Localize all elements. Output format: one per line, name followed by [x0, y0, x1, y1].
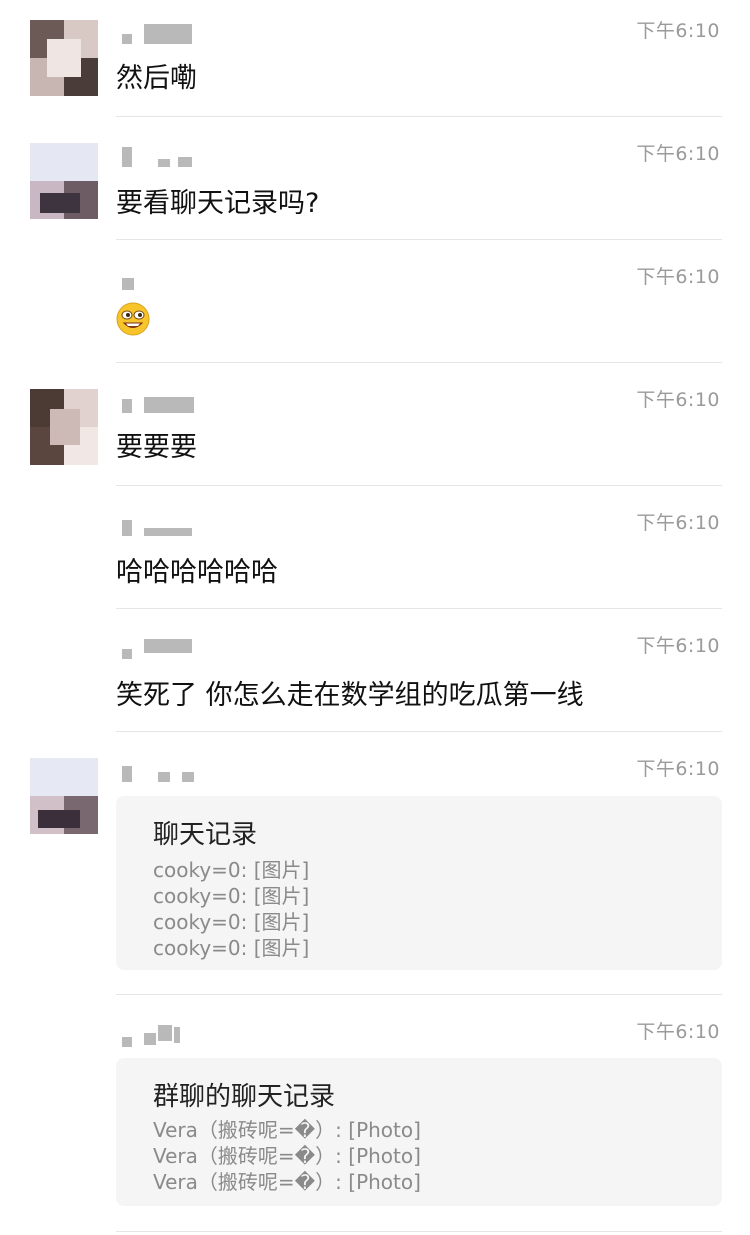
message-time: 下午6:10	[636, 1021, 720, 1043]
avatar[interactable]	[30, 143, 98, 219]
message-text: 哈哈哈哈哈哈	[116, 557, 278, 588]
sender-name-blurred	[118, 22, 208, 46]
group-chat-history-card[interactable]: 群聊的聊天记录 Vera（搬砖呢=�）: [Photo] Vera（搬砖呢=�）…	[116, 1058, 722, 1206]
message-time: 下午6:10	[636, 266, 720, 288]
message-time: 下午6:10	[636, 758, 720, 780]
card-line: cooky=0: [图片]	[153, 936, 310, 960]
divider	[116, 362, 722, 363]
message-time: 下午6:10	[636, 143, 720, 165]
avatar[interactable]	[30, 389, 98, 465]
divider	[116, 1231, 722, 1232]
message-item[interactable]: 下午6:10	[0, 246, 750, 363]
divider	[116, 485, 722, 486]
message-text: 笑死了 你怎么走在数学组的吃瓜第一线	[116, 680, 584, 711]
divider	[116, 994, 722, 995]
card-line: Vera（搬砖呢=�）: [Photo]	[153, 1170, 421, 1194]
sender-name-blurred	[118, 637, 208, 661]
message-item[interactable]: 下午6:10 群聊的聊天记录 Vera（搬砖呢=�）: [Photo] Vera…	[0, 1001, 750, 1231]
avatar[interactable]	[30, 758, 98, 834]
message-item[interactable]: 下午6:10 聊天记录 cooky=0: [图片] cooky=0: [图片] …	[0, 738, 750, 995]
message-time: 下午6:10	[636, 20, 720, 42]
sender-name-blurred	[118, 760, 208, 784]
card-line: cooky=0: [图片]	[153, 858, 310, 882]
message-item[interactable]: 下午6:10 哈哈哈哈哈哈	[0, 492, 750, 609]
message-item[interactable]: 下午6:10 笑死了 你怎么走在数学组的吃瓜第一线	[0, 615, 750, 732]
divider	[116, 608, 722, 609]
sender-name-blurred	[118, 268, 208, 292]
message-text: 要看聊天记录吗?	[116, 188, 320, 219]
message-item[interactable]: 下午6:10 要看聊天记录吗?	[0, 123, 750, 240]
message-item[interactable]: 下午6:10 然后嘞	[0, 0, 750, 117]
card-line: cooky=0: [图片]	[153, 884, 310, 908]
sender-name-blurred	[118, 1023, 208, 1047]
message-text: 然后嘞	[116, 63, 197, 94]
card-title: 聊天记录	[153, 820, 258, 850]
divider	[116, 731, 722, 732]
message-time: 下午6:10	[636, 635, 720, 657]
message-time: 下午6:10	[636, 512, 720, 534]
grinning-face-emoji	[116, 302, 150, 336]
message-text: 要要要	[116, 432, 197, 463]
chat-history-card[interactable]: 聊天记录 cooky=0: [图片] cooky=0: [图片] cooky=0…	[116, 796, 722, 970]
sender-name-blurred	[118, 514, 208, 538]
divider	[116, 116, 722, 117]
card-line: Vera（搬砖呢=�）: [Photo]	[153, 1144, 421, 1168]
card-line: cooky=0: [图片]	[153, 910, 310, 934]
card-line: Vera（搬砖呢=�）: [Photo]	[153, 1118, 421, 1142]
card-title: 群聊的聊天记录	[153, 1082, 336, 1112]
divider	[116, 239, 722, 240]
message-time: 下午6:10	[636, 389, 720, 411]
message-item[interactable]: 下午6:10 要要要	[0, 369, 750, 486]
sender-name-blurred	[118, 391, 208, 415]
avatar[interactable]	[30, 20, 98, 96]
sender-name-blurred	[118, 145, 208, 169]
